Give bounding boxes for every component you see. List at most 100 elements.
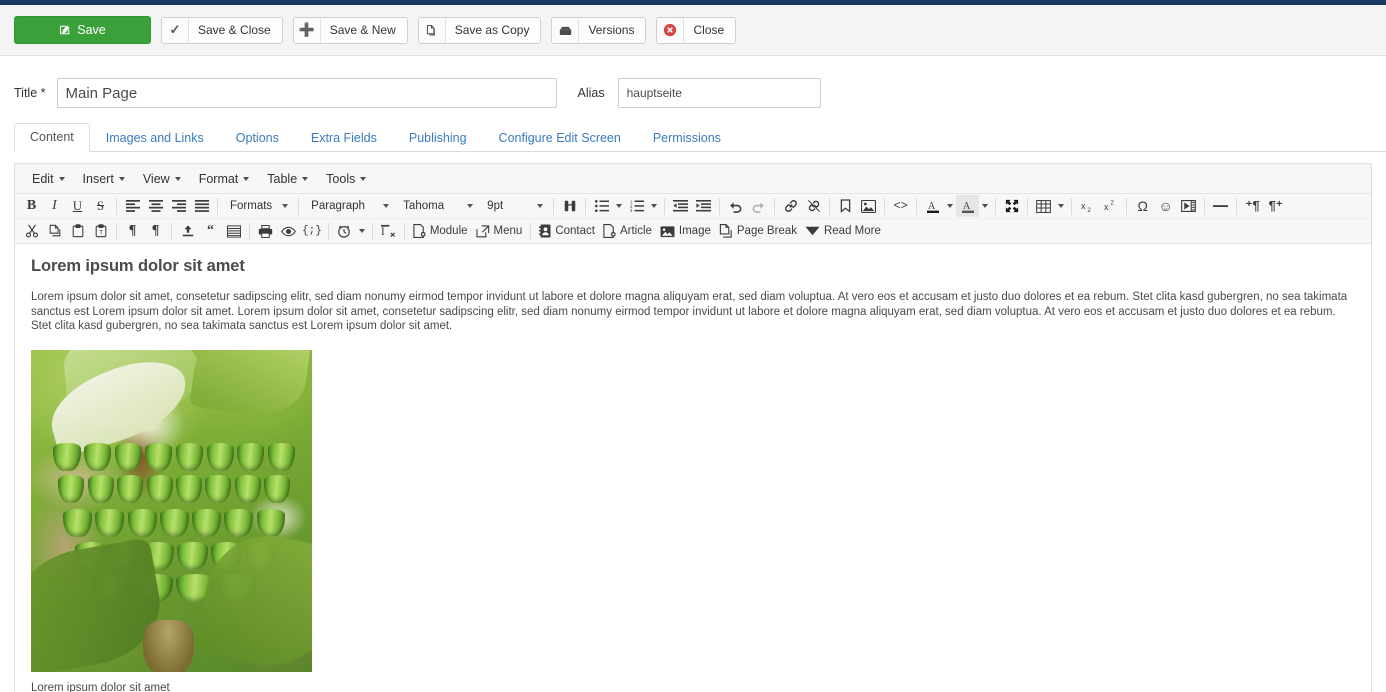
chevron-down-icon [302, 176, 309, 181]
align-justify-icon[interactable] [190, 195, 213, 217]
indent-icon[interactable] [692, 195, 715, 217]
tab-permissions[interactable]: Permissions [637, 124, 737, 152]
superscript-icon[interactable]: x2 [1099, 195, 1122, 217]
bullet-list-dropdown[interactable] [613, 195, 625, 217]
fullscreen-icon[interactable] [1000, 195, 1023, 217]
divider [327, 222, 329, 240]
save-button[interactable]: Save [14, 16, 151, 44]
font-size-dropdown[interactable]: 9pt [479, 196, 549, 217]
paste-icon[interactable] [66, 220, 89, 242]
divider [774, 197, 776, 215]
banana-photo[interactable] [31, 349, 312, 672]
rtl-icon[interactable]: ¶⁺ [1264, 195, 1287, 217]
bold-icon[interactable]: B [20, 195, 43, 217]
clear-formatting-icon[interactable]: I [377, 220, 400, 242]
menu-tools[interactable]: Tools [317, 169, 375, 189]
table-icon[interactable] [1032, 195, 1055, 217]
tab-publishing[interactable]: Publishing [393, 124, 483, 152]
numbered-list-icon[interactable]: 123 [625, 195, 648, 217]
menu-format[interactable]: Format [190, 169, 259, 189]
close-button[interactable]: Close [656, 16, 737, 44]
divider [1204, 197, 1206, 215]
preview-icon[interactable] [277, 220, 300, 242]
divider [553, 197, 555, 215]
formats-dropdown[interactable]: Formats [222, 196, 294, 217]
copy-icon[interactable] [43, 220, 66, 242]
article-button[interactable]: Article [599, 220, 656, 242]
show-blocks-icon[interactable]: ¶ [121, 220, 144, 242]
link-icon[interactable] [779, 195, 802, 217]
subscript-icon[interactable]: x2 [1076, 195, 1099, 217]
undo-icon[interactable] [724, 195, 747, 217]
template-icon[interactable] [222, 220, 245, 242]
paste-text-icon[interactable]: T [89, 220, 112, 242]
italic-icon[interactable]: I [43, 195, 66, 217]
paragraph-style-dropdown[interactable]: Paragraph [303, 196, 395, 217]
align-left-icon[interactable] [121, 195, 144, 217]
tab-options[interactable]: Options [220, 124, 295, 152]
font-family-dropdown[interactable]: Tahoma [395, 196, 479, 217]
anchor-icon[interactable] [834, 195, 857, 217]
unlink-icon[interactable] [802, 195, 825, 217]
ltr-icon[interactable]: ⁺¶ [1241, 195, 1264, 217]
title-input[interactable] [56, 78, 557, 108]
divider [1236, 197, 1238, 215]
menu-view[interactable]: View [134, 169, 190, 189]
special-character-icon[interactable]: Ω [1131, 195, 1154, 217]
read-more-button[interactable]: Read More [801, 220, 885, 242]
divider [995, 197, 997, 215]
tab-images-and-links[interactable]: Images and Links [90, 124, 220, 152]
tab-content[interactable]: Content [14, 123, 90, 152]
paragraph-icon[interactable]: ¶ [144, 220, 167, 242]
background-color-icon[interactable]: A [956, 195, 980, 217]
source-code-icon[interactable]: <> [889, 195, 912, 217]
menu-insert[interactable]: Insert [74, 169, 134, 189]
editor-content-area[interactable]: Lorem ipsum dolor sit amet Lorem ipsum d… [15, 244, 1371, 692]
code-sample-icon[interactable]: {;} [300, 220, 324, 242]
align-right-icon[interactable] [167, 195, 190, 217]
page-break-button[interactable]: Page Break [715, 220, 801, 242]
insert-datetime-dropdown[interactable] [356, 220, 368, 242]
bullet-list-icon[interactable] [590, 195, 613, 217]
print-icon[interactable] [254, 220, 277, 242]
underline-icon[interactable]: U [66, 195, 89, 217]
table-dropdown[interactable] [1055, 195, 1067, 217]
insert-media-icon[interactable] [1177, 195, 1200, 217]
title-row: Title * Alias [0, 56, 1386, 113]
save-and-close-button[interactable]: ✓ Save & Close [161, 16, 283, 44]
contact-button[interactable]: Contact [535, 220, 599, 242]
insert-datetime-icon[interactable] [333, 220, 356, 242]
search-replace-icon[interactable] [558, 195, 581, 217]
module-button[interactable]: Module [409, 220, 472, 242]
chevron-down-icon [58, 176, 65, 181]
alias-input[interactable] [617, 78, 821, 108]
save-and-new-button[interactable]: ➕ Save & New [292, 16, 408, 44]
blockquote-icon[interactable]: “ [199, 220, 222, 242]
save-as-copy-button[interactable]: Save as Copy [417, 16, 542, 44]
emoticon-icon[interactable]: ☺ [1154, 195, 1177, 217]
image-button[interactable]: Image [656, 220, 715, 242]
cut-icon[interactable] [20, 220, 43, 242]
text-color-icon[interactable]: A [921, 195, 944, 217]
strikethrough-icon[interactable]: S [89, 195, 112, 217]
redo-icon[interactable] [747, 195, 770, 217]
divider [719, 197, 721, 215]
tab-extra-fields[interactable]: Extra Fields [295, 124, 393, 152]
tab-configure-edit-screen[interactable]: Configure Edit Screen [483, 124, 637, 152]
align-center-icon[interactable] [144, 195, 167, 217]
versions-button[interactable]: Versions [551, 16, 647, 44]
numbered-list-dropdown[interactable] [648, 195, 660, 217]
menu-button[interactable]: Menu [472, 220, 527, 242]
editor-menubar: Edit Insert View Format Table Tools [15, 164, 1371, 194]
menu-table[interactable]: Table [258, 169, 317, 189]
import-icon[interactable] [176, 220, 199, 242]
divider [829, 197, 831, 215]
photo-stalk [143, 619, 194, 672]
background-color-dropdown[interactable] [979, 195, 991, 217]
outdent-icon[interactable] [669, 195, 692, 217]
menu-edit[interactable]: Edit [23, 169, 74, 189]
text-color-dropdown[interactable] [944, 195, 956, 217]
editor-toolbar-row-2: T ¶ ¶ “ {;} I Module Menu Contact Articl… [15, 219, 1371, 244]
insert-image-icon[interactable] [857, 195, 880, 217]
horizontal-rule-icon[interactable] [1209, 195, 1232, 217]
